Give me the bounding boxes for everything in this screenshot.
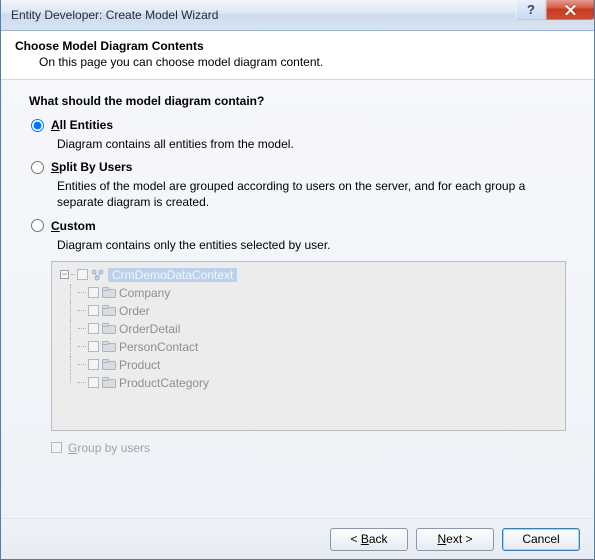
window-title: Entity Developer: Create Model Wizard bbox=[1, 8, 218, 22]
entity-icon bbox=[101, 286, 117, 300]
option-split-by-users: Split By Users Entities of the model are… bbox=[29, 160, 572, 210]
tree-child-label: ProductCategory bbox=[119, 376, 209, 390]
next-button[interactable]: Next > bbox=[416, 528, 494, 551]
radio-all-entities[interactable] bbox=[31, 119, 44, 132]
tree-child-label: Order bbox=[119, 304, 150, 318]
option-all-entities: All Entities Diagram contains all entiti… bbox=[29, 118, 572, 152]
collapse-icon: − bbox=[60, 270, 69, 279]
tree-root-row: − CrmDemoDataContext bbox=[56, 266, 561, 284]
tree-child-checkbox bbox=[88, 377, 99, 388]
tree-child-checkbox bbox=[88, 323, 99, 334]
option-split-by-users-row[interactable]: Split By Users bbox=[29, 160, 572, 174]
context-icon bbox=[90, 268, 106, 282]
entity-icon bbox=[101, 358, 117, 372]
wizard-body: What should the model diagram contain? A… bbox=[1, 80, 594, 518]
option-all-entities-desc: Diagram contains all entities from the m… bbox=[57, 136, 572, 152]
option-custom-label: Custom bbox=[51, 219, 96, 233]
option-custom-desc: Diagram contains only the entities selec… bbox=[57, 237, 572, 253]
option-split-by-users-label: Split By Users bbox=[51, 160, 132, 174]
option-all-entities-label: All Entities bbox=[51, 118, 113, 132]
back-button[interactable]: < Back bbox=[330, 528, 408, 551]
tree-child-checkbox bbox=[88, 305, 99, 316]
tree-child-label: PersonContact bbox=[119, 340, 198, 354]
header-subtitle: On this page you can choose model diagra… bbox=[15, 53, 580, 69]
entity-tree: − CrmDemoDataContext Company Order OrderDe… bbox=[51, 261, 566, 431]
wizard-window: Entity Developer: Create Model Wizard ? … bbox=[0, 0, 595, 560]
tree-child-label: OrderDetail bbox=[119, 322, 180, 336]
tree-child-row: OrderDetail bbox=[56, 320, 561, 338]
wizard-footer: < Back Next > Cancel bbox=[1, 518, 594, 559]
close-icon bbox=[565, 5, 576, 15]
entity-icon bbox=[101, 304, 117, 318]
entity-icon bbox=[101, 376, 117, 390]
back-button-label: < Back bbox=[350, 532, 387, 546]
tree-child-label: Company bbox=[119, 286, 170, 300]
tree-child-row: Company bbox=[56, 284, 561, 302]
tree-child-checkbox bbox=[88, 287, 99, 298]
radio-split-by-users[interactable] bbox=[31, 161, 44, 174]
tree-child-checkbox bbox=[88, 359, 99, 370]
group-by-users-label: Group by users bbox=[68, 441, 150, 455]
cancel-button[interactable]: Cancel bbox=[502, 528, 580, 551]
group-by-users: Group by users bbox=[51, 441, 572, 455]
tree-child-row: PersonContact bbox=[56, 338, 561, 356]
tree-child-row: ProductCategory bbox=[56, 374, 561, 392]
tree-child-label: Product bbox=[119, 358, 160, 372]
window-controls: ? bbox=[516, 0, 594, 20]
option-custom: Custom Diagram contains only the entitie… bbox=[29, 219, 572, 253]
entity-icon bbox=[101, 322, 117, 336]
tree-root-checkbox bbox=[77, 269, 88, 280]
tree-root-label: CrmDemoDataContext bbox=[108, 268, 237, 282]
group-by-users-checkbox bbox=[51, 442, 62, 453]
cancel-button-label: Cancel bbox=[522, 532, 559, 546]
close-button[interactable] bbox=[546, 0, 594, 20]
tree-child-row: Order bbox=[56, 302, 561, 320]
next-button-label: Next > bbox=[437, 532, 472, 546]
help-button[interactable]: ? bbox=[516, 0, 546, 20]
tree-child-checkbox bbox=[88, 341, 99, 352]
entity-icon bbox=[101, 340, 117, 354]
radio-custom[interactable] bbox=[31, 219, 44, 232]
option-split-by-users-desc: Entities of the model are grouped accord… bbox=[57, 178, 572, 210]
titlebar: Entity Developer: Create Model Wizard ? bbox=[1, 0, 594, 31]
tree-child-row: Product bbox=[56, 356, 561, 374]
option-custom-row[interactable]: Custom bbox=[29, 219, 572, 233]
wizard-header: Choose Model Diagram Contents On this pa… bbox=[1, 31, 594, 80]
header-title: Choose Model Diagram Contents bbox=[15, 39, 580, 53]
option-all-entities-row[interactable]: All Entities bbox=[29, 118, 572, 132]
question-label: What should the model diagram contain? bbox=[29, 94, 572, 108]
